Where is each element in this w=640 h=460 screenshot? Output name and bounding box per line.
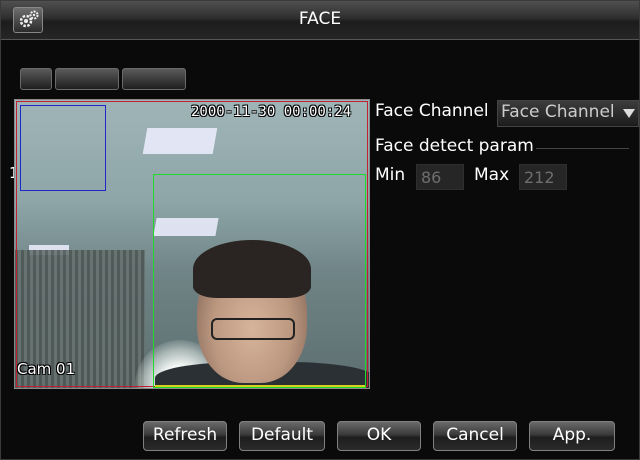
camera-preview[interactable]: 2000-11-30 00:00:24 Cam 01 <box>14 99 370 389</box>
max-face-box[interactable] <box>153 174 366 388</box>
tab-1[interactable] <box>20 68 52 90</box>
tab-strip <box>20 68 186 90</box>
apply-button[interactable]: App. <box>529 421 615 451</box>
ok-button[interactable]: OK <box>337 421 421 451</box>
face-detect-param-heading: Face detect param <box>375 136 534 156</box>
section-divider <box>536 148 629 149</box>
tab-3[interactable] <box>122 68 186 90</box>
title-bar: FACE <box>1 1 639 40</box>
tab-2[interactable] <box>55 68 119 90</box>
max-label: Max <box>474 165 510 185</box>
cancel-button[interactable]: Cancel <box>433 421 517 451</box>
window-title: FACE <box>298 9 342 29</box>
face-channel-select[interactable]: Face Channel <box>497 100 639 127</box>
region-line-yellow <box>155 385 365 387</box>
default-button[interactable]: Default <box>239 421 325 451</box>
face-channel-label: Face Channel <box>375 101 489 121</box>
face-channel-value: Face Channel <box>501 102 615 122</box>
max-size-field[interactable]: 212 <box>519 164 567 190</box>
refresh-button[interactable]: Refresh <box>143 421 227 451</box>
face-settings-window: FACE 1 2000-11-30 00:00:24 Cam 01 Face C… <box>0 0 640 460</box>
min-size-field[interactable]: 86 <box>416 164 464 190</box>
camera-label: Cam 01 <box>17 360 76 378</box>
timestamp-overlay: 2000-11-30 00:00:24 <box>191 104 352 120</box>
chevron-down-icon <box>623 109 635 118</box>
min-face-box[interactable] <box>20 105 106 191</box>
min-label: Min <box>375 165 406 185</box>
